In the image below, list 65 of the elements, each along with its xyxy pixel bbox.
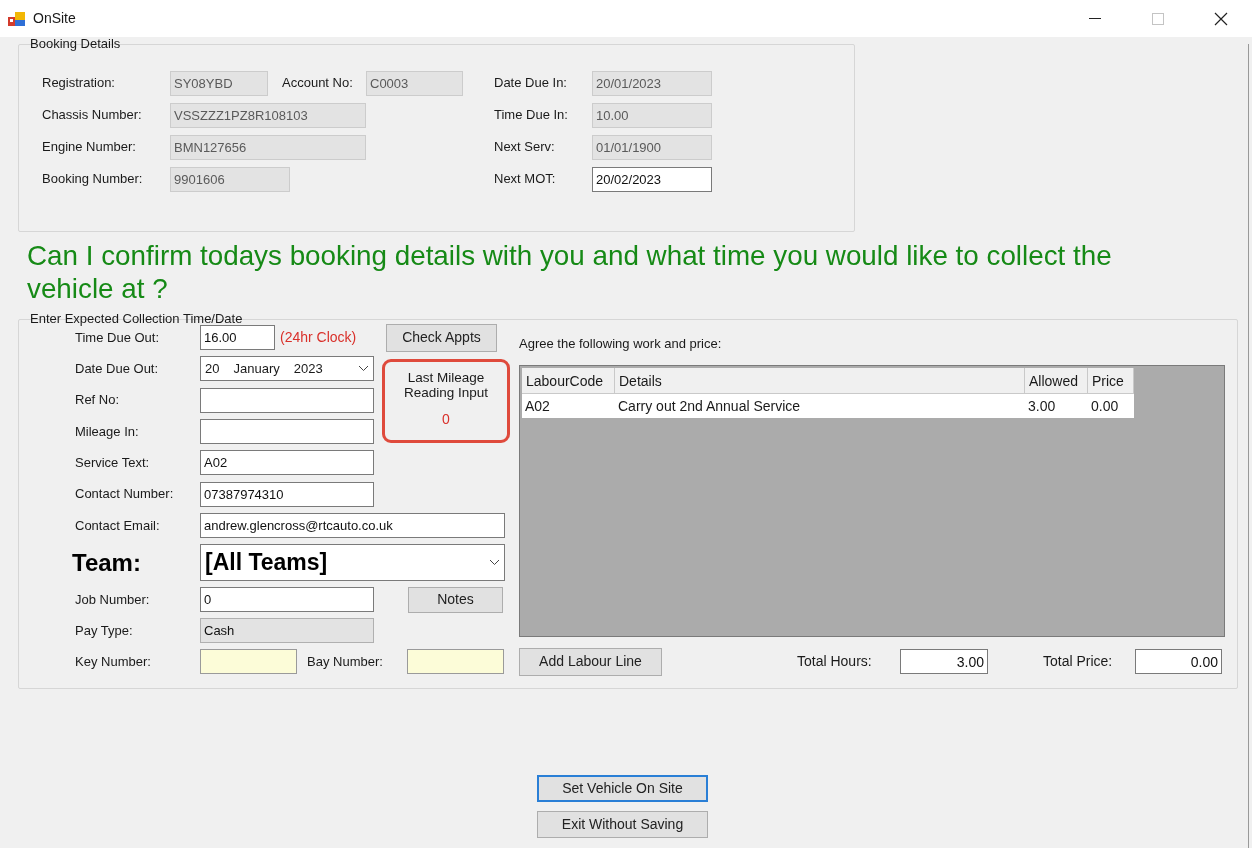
close-icon [1213,11,1228,26]
mileage-value: 0 [441,412,451,428]
field-label: Service Text: [75,454,151,473]
group-title: Booking Details [29,37,122,51]
field-label: Next MOT: [494,170,557,189]
field-label: Account No: [282,74,354,93]
add-labour-line-button[interactable]: Add Labour Line [519,647,662,676]
field-label: Bay Number: [307,652,383,671]
date-picker[interactable]: 20 January 2023 [200,356,374,382]
table-cell: A02 [522,393,615,418]
input-field[interactable] [200,649,297,675]
minimize-icon [1088,18,1101,19]
chevron-down-icon [358,365,369,373]
field-label: Team: [72,547,142,578]
input-field[interactable]: 07387974310 [200,481,374,507]
field-label: Booking Number: [42,170,144,189]
field-label: Job Number: [75,590,151,609]
field-label: Ref No: [75,391,121,410]
field-label: Key Number: [75,652,152,671]
chevron-down-icon [489,559,500,567]
hint-text: (24hr Clock) [280,328,357,348]
column-header[interactable]: LabourCode [522,367,615,394]
field-label: Time Due Out: [75,328,161,347]
input-field[interactable]: 3.00 [900,649,988,674]
field-label: Mileage In: [75,422,140,441]
input-field[interactable]: 20/02/2023 [592,166,712,192]
field-label: Total Price: [1043,652,1114,671]
table-cell: Carry out 2nd Annual Service [615,393,1025,418]
field-label: Date Due Out: [75,360,160,379]
field-label: Total Hours: [797,652,873,671]
action-button[interactable]: Exit Without Saving [537,811,708,838]
column-header[interactable]: Allowed [1025,367,1088,394]
field-label: Pay Type: [75,621,134,640]
field-label: Next Serv: [494,138,556,157]
input-field[interactable] [407,649,504,675]
input-field[interactable]: 0.00 [1135,649,1222,674]
input-field[interactable]: 16.00 [200,325,275,351]
app-icon [8,10,26,27]
mileage-caption: Last Mileage Reading Input [402,370,490,401]
input-field[interactable]: Cash [200,618,374,644]
notes-button[interactable]: Notes [408,586,503,613]
team-dropdown[interactable]: [All Teams] [200,544,505,582]
field-label: Contact Email: [75,516,161,535]
input-field[interactable]: A02 [200,450,374,476]
field-label: Contact Number: [75,485,175,504]
input-field[interactable]: andrew.glencross@rtcauto.co.uk [200,512,505,538]
field-label: Chassis Number: [42,106,143,125]
input-field[interactable] [200,419,374,445]
field-label: Time Due In: [494,106,569,125]
check-appts-button[interactable]: Check Appts [386,323,497,352]
table-cell: 0.00 [1088,393,1134,418]
field-label: Registration: [42,74,116,93]
field-label: Date Due In: [494,74,568,93]
group-title: Enter Expected Collection Time/Date [29,312,244,326]
column-header[interactable]: Price [1088,367,1134,394]
prompt-text: Agree the following work and price: [519,335,723,353]
input-field[interactable] [200,387,374,413]
question-text: Can I confirm todays booking details with you and what time you would like to collect the vehicle at ? [27,239,1113,305]
column-header[interactable]: Details [615,367,1025,394]
maximize-icon [1151,12,1164,25]
field-label: Engine Number: [42,138,137,157]
action-button[interactable]: Set Vehicle On Site [537,775,708,802]
window-title: OnSite [33,9,76,28]
input-field[interactable]: 0 [200,587,374,613]
table-cell: 3.00 [1025,393,1088,418]
